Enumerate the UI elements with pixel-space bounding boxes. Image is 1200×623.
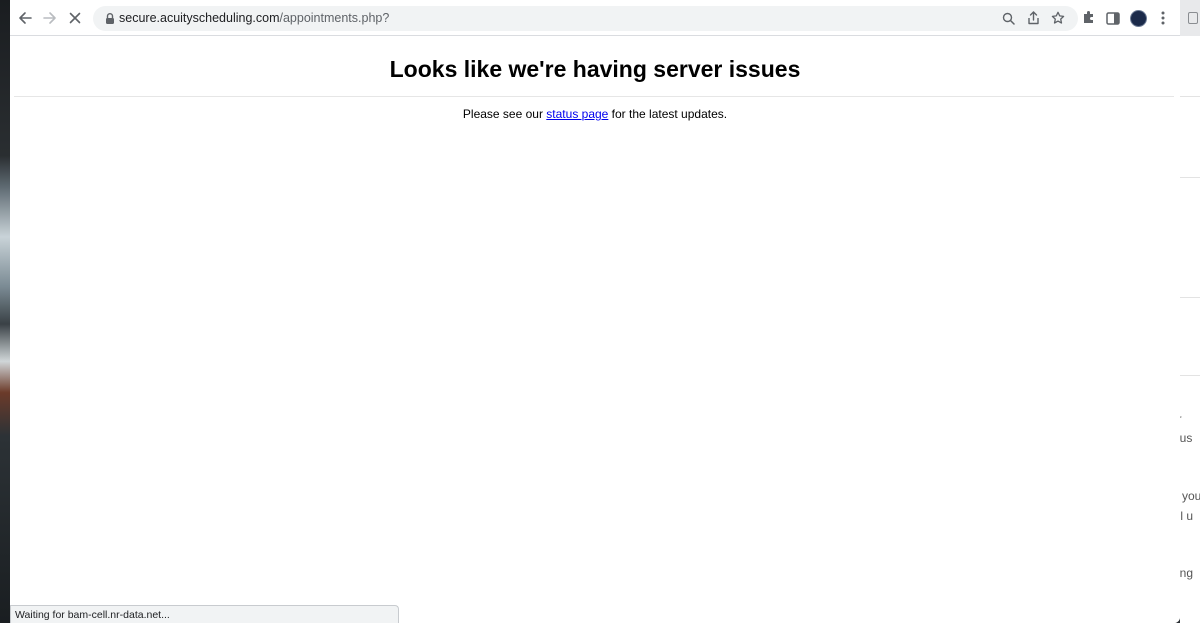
side-panel-icon[interactable]	[1103, 8, 1123, 28]
background-window-right	[1180, 0, 1200, 623]
url-path: /appointments.php?	[279, 11, 390, 25]
stop-loading-icon[interactable]	[65, 8, 85, 28]
loading-status-bar: Waiting for bam-cell.nr-data.net...	[10, 605, 399, 623]
zoom-icon[interactable]	[999, 9, 1017, 27]
address-bar[interactable]: secure.acuityscheduling.com/appointments…	[93, 6, 1078, 31]
puzzle-icon[interactable]	[1079, 8, 1099, 28]
page-content: Looks like we're having server issues Pl…	[10, 36, 1180, 623]
star-icon[interactable]	[1049, 9, 1067, 27]
window-icon	[1188, 12, 1198, 24]
avatar[interactable]	[1130, 10, 1147, 27]
browser-window: secure.acuityscheduling.com/appointments…	[10, 0, 1180, 623]
browser-toolbar: secure.acuityscheduling.com/appointments…	[10, 0, 1180, 36]
message-text: Please see our	[462, 107, 547, 121]
page-title: Looks like we're having server issues	[389, 56, 801, 82]
url-host: secure.acuityscheduling.com	[119, 11, 280, 25]
share-icon[interactable]	[1024, 9, 1042, 27]
background-text-fragment: you	[1182, 489, 1200, 503]
back-arrow-icon[interactable]	[15, 8, 35, 28]
lock-icon[interactable]	[104, 12, 116, 25]
forward-arrow-icon[interactable]	[40, 8, 60, 28]
kebab-menu-icon[interactable]	[1153, 8, 1173, 28]
status-page-link[interactable]: status page	[546, 107, 608, 121]
url-text[interactable]: secure.acuityscheduling.com/appointments…	[119, 11, 389, 25]
divider	[14, 96, 1174, 97]
status-message: Please see our status page for the lates…	[10, 107, 1180, 121]
message-text-end: for the latest updates.	[608, 107, 728, 121]
